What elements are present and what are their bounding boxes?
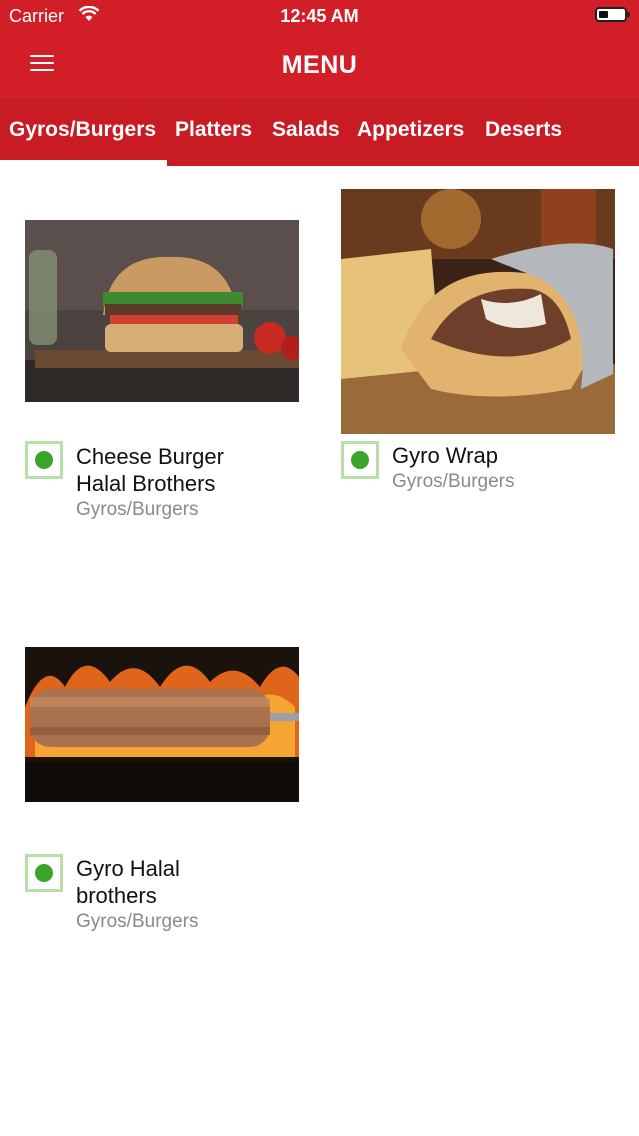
item-category: Gyros/Burgers (76, 499, 199, 520)
battery-icon (595, 7, 630, 22)
availability-indicator-icon (25, 441, 63, 479)
menu-item-card[interactable]: Gyro Halal brothers Gyros/Burgers (25, 647, 299, 937)
page-title: MENU (281, 51, 358, 79)
gyro-wrap-photo (341, 189, 615, 434)
item-category: Gyros/Burgers (76, 911, 199, 932)
status-bar: Carrier 12:45 AM (0, 0, 639, 32)
menu-item-card[interactable]: Gyro Wrap Gyros/Burgers (341, 189, 615, 499)
selected-tab-indicator (0, 160, 167, 166)
gyro-spit-photo (25, 647, 299, 802)
availability-indicator-icon (341, 441, 379, 479)
item-name: Gyro Wrap (392, 443, 498, 468)
tab-salads[interactable]: Salads (272, 118, 340, 142)
cheese-burger-photo (25, 220, 299, 402)
tab-gyros-burgers[interactable]: Gyros/Burgers (9, 118, 156, 142)
tab-appetizers[interactable]: Appetizers (357, 118, 464, 142)
availability-indicator-icon (25, 854, 63, 892)
category-tabs: Gyros/Burgers Platters Salads Appetizers… (0, 98, 639, 166)
tab-platters[interactable]: Platters (175, 118, 252, 142)
tab-deserts[interactable]: Deserts (485, 118, 562, 142)
item-name: Gyro Halal brothers (76, 856, 180, 908)
item-name: Cheese Burger Halal Brothers (76, 444, 224, 496)
item-category: Gyros/Burgers (392, 471, 515, 492)
clock: 12:45 AM (280, 6, 359, 26)
menu-item-card[interactable]: Cheese Burger Halal Brothers Gyros/Burge… (25, 220, 299, 520)
top-bar: Carrier 12:45 AM MENU (0, 0, 639, 98)
